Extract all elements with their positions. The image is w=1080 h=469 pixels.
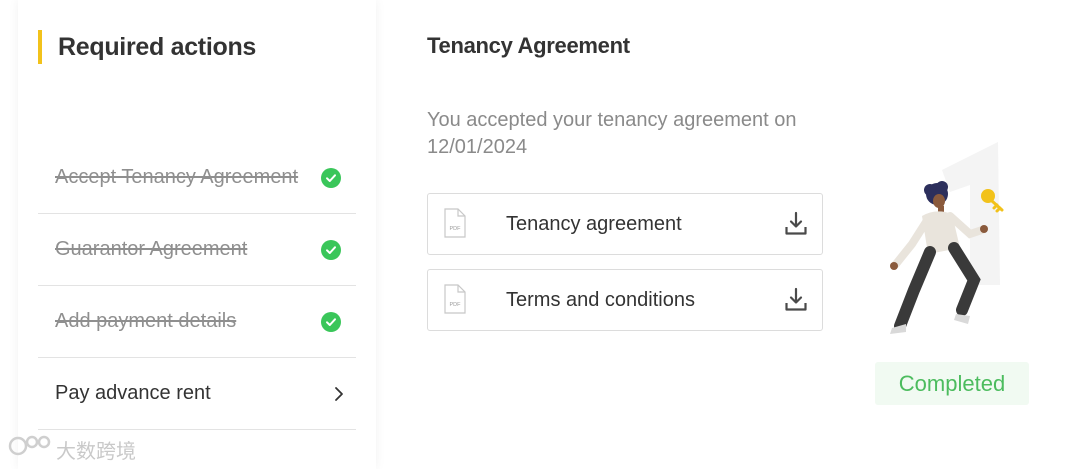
action-item-accept-tenancy[interactable]: Accept Tenancy Agreement bbox=[38, 142, 356, 214]
required-actions-list: Accept Tenancy Agreement Guarantor Agree… bbox=[38, 142, 356, 430]
action-item-guarantor[interactable]: Guarantor Agreement bbox=[38, 214, 356, 286]
action-item-label: Guarantor Agreement bbox=[55, 238, 248, 260]
action-item-pay-advance-rent[interactable]: Pay advance rent bbox=[38, 358, 356, 430]
pdf-file-icon: PDF bbox=[444, 284, 466, 319]
svg-text:PDF: PDF bbox=[450, 226, 462, 232]
watermark-logo-icon bbox=[8, 432, 52, 466]
check-circle-icon bbox=[321, 167, 341, 188]
accepted-date-text: You accepted your tenancy agreement on 1… bbox=[427, 109, 797, 158]
pdf-file-icon: PDF bbox=[444, 208, 466, 243]
action-item-payment-details[interactable]: Add payment details bbox=[38, 286, 356, 358]
check-circle-icon bbox=[321, 239, 341, 260]
watermark: 大数跨境 bbox=[8, 432, 136, 466]
document-name: Terms and conditions bbox=[506, 288, 695, 311]
document-row-tenancy-agreement[interactable]: PDF Tenancy agreement bbox=[427, 193, 823, 255]
check-circle-icon bbox=[321, 311, 341, 332]
action-item-label: Pay advance rent bbox=[55, 382, 211, 404]
watermark-text: 大数跨境 bbox=[56, 440, 136, 463]
document-name: Tenancy agreement bbox=[506, 212, 682, 235]
download-icon[interactable] bbox=[784, 287, 808, 318]
download-icon[interactable] bbox=[784, 211, 808, 242]
action-item-label: Accept Tenancy Agreement bbox=[55, 166, 299, 188]
chevron-right-icon bbox=[334, 386, 344, 402]
svg-text:PDF: PDF bbox=[450, 302, 462, 308]
status-badge: Completed bbox=[875, 362, 1029, 405]
action-item-label: Add payment details bbox=[55, 310, 237, 332]
document-row-terms-conditions[interactable]: PDF Terms and conditions bbox=[427, 269, 823, 331]
required-actions-title: Required actions bbox=[38, 30, 256, 64]
person-with-key-illustration bbox=[870, 130, 1030, 340]
page-title: Tenancy Agreement bbox=[427, 33, 630, 58]
